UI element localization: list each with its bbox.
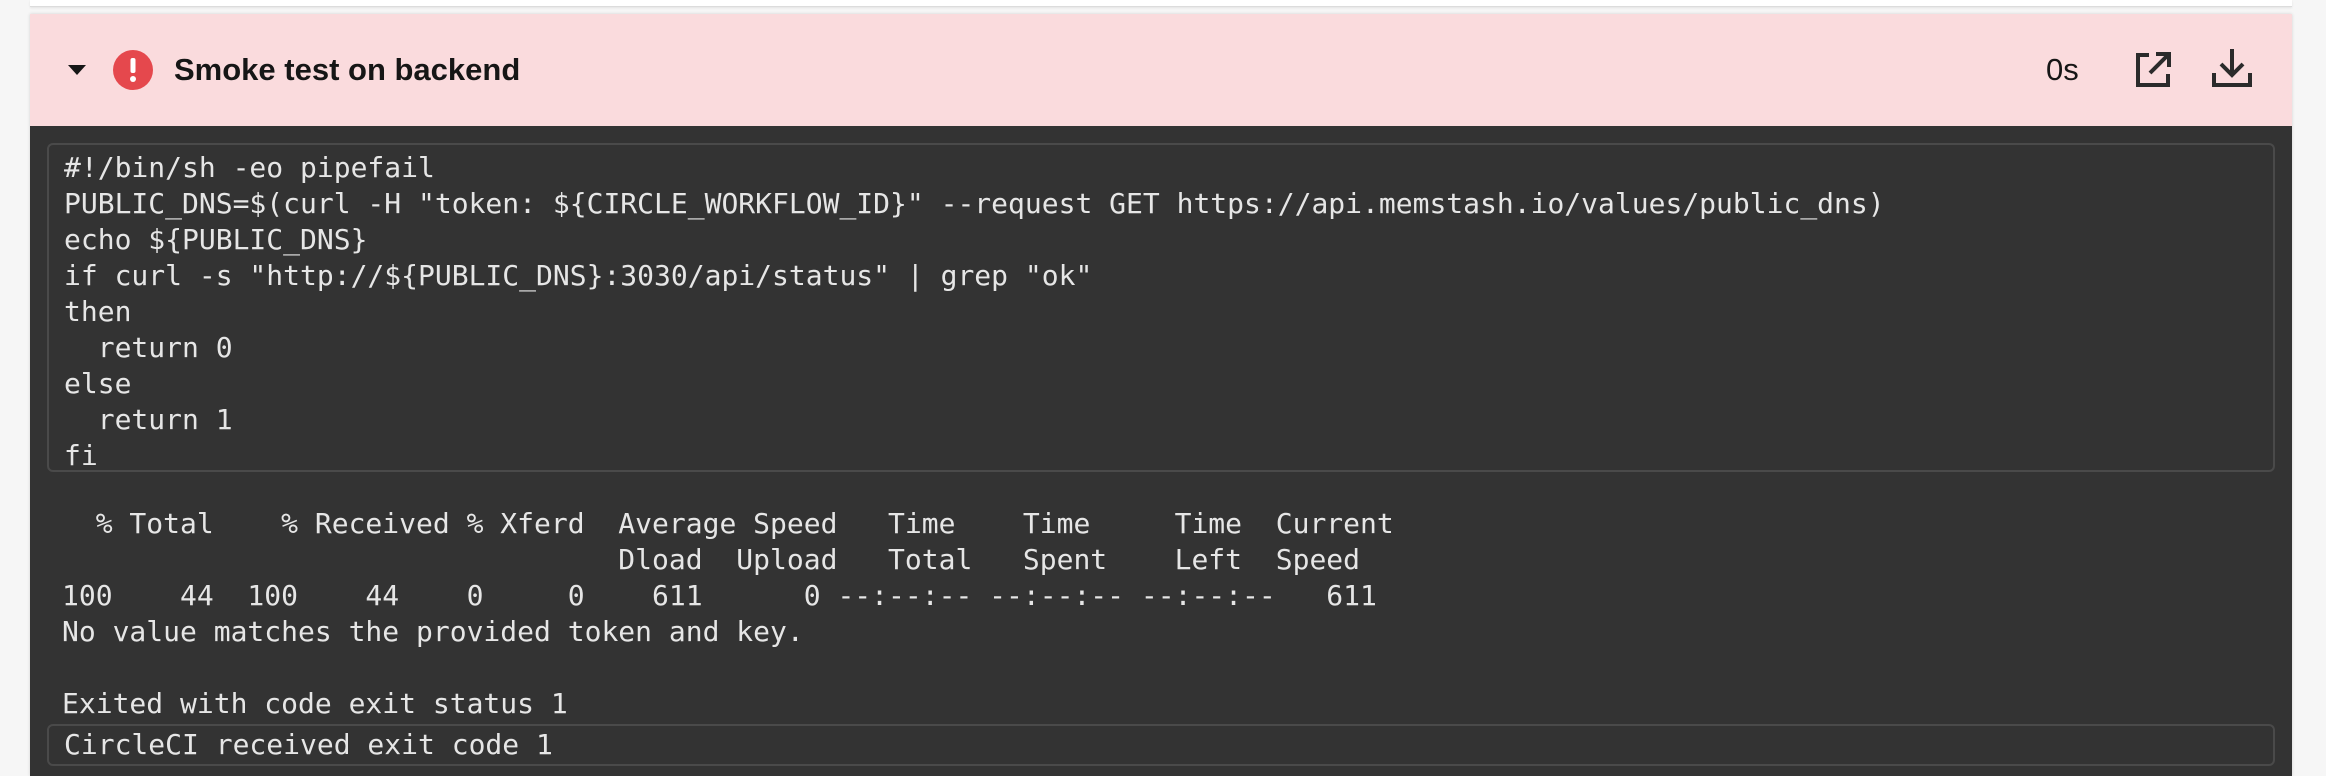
step-header[interactable]: Smoke test on backend 0s xyxy=(30,14,2292,126)
error-status-icon xyxy=(113,50,153,90)
download-icon[interactable] xyxy=(2210,46,2254,90)
previous-step-card-edge xyxy=(30,0,2292,7)
exit-code-message: CircleCI received exit code 1 xyxy=(64,728,553,761)
exit-code-block: CircleCI received exit code 1 xyxy=(47,724,2275,766)
step-duration: 0s xyxy=(2046,52,2079,87)
step-card-smoke-test: Smoke test on backend 0s #!/bin/sh -eo p… xyxy=(30,14,2292,776)
open-external-icon[interactable] xyxy=(2132,49,2174,91)
command-block: #!/bin/sh -eo pipefail PUBLIC_DNS=$(curl… xyxy=(47,143,2275,472)
caret-down-icon[interactable] xyxy=(66,63,88,77)
step-title: Smoke test on backend xyxy=(174,52,521,87)
command-script: #!/bin/sh -eo pipefail PUBLIC_DNS=$(curl… xyxy=(64,151,1885,472)
console-output: % Total % Received % Xferd Average Speed… xyxy=(62,507,1394,720)
